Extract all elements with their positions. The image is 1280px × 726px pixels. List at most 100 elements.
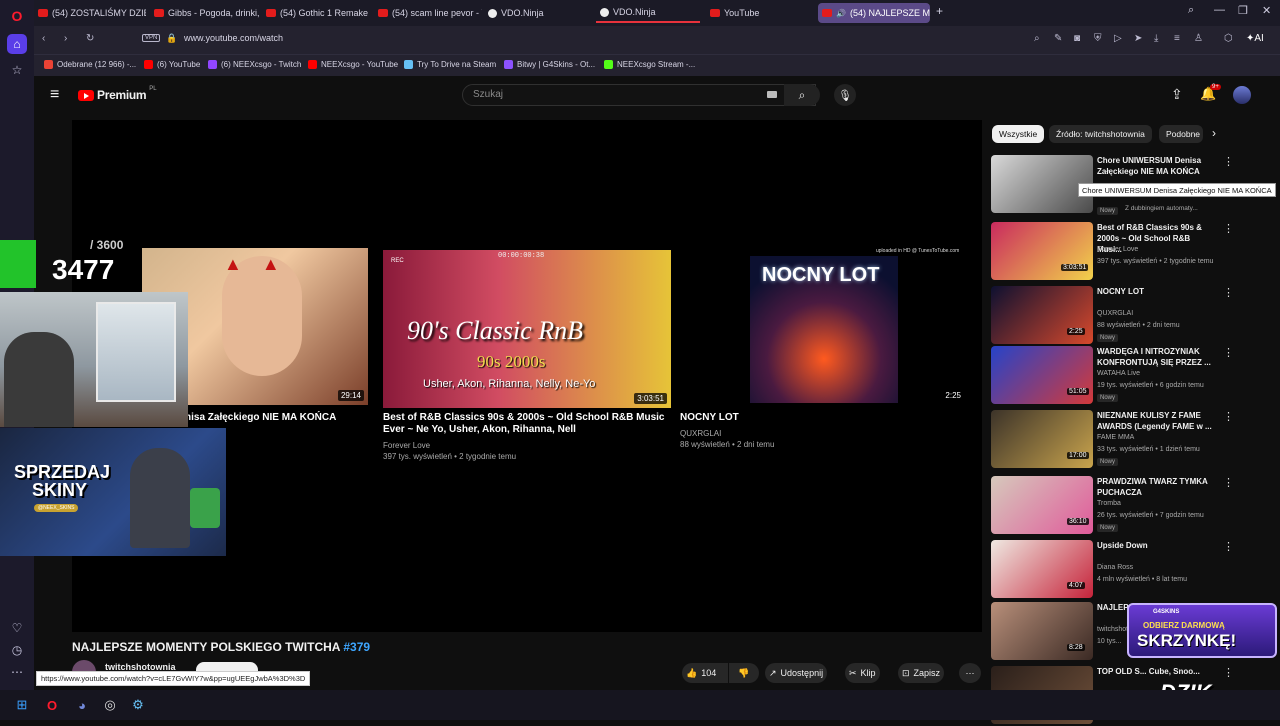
youtube-logo[interactable]: Premium PL	[78, 86, 157, 102]
recommendation-channel[interactable]: Diana Ross	[1097, 564, 1133, 571]
recommendation-thumbnail[interactable]	[991, 540, 1093, 598]
recommendation-item[interactable]: Best of R&B Classics 90s & 2000s ~ Old S…	[991, 222, 1241, 282]
star-icon[interactable]: ☆	[7, 60, 27, 80]
recommendation-channel[interactable]: Forever Love	[1097, 246, 1138, 253]
endcard-title[interactable]: nisa Załęckiego NIE MA KOŃCA	[185, 412, 336, 424]
minimize-icon[interactable]: —	[1214, 4, 1225, 16]
more-options-icon[interactable]: ⋮	[1223, 222, 1234, 235]
endcard-channel[interactable]: QUXRGLAI	[680, 428, 721, 439]
recommendation-thumbnail[interactable]	[991, 410, 1093, 468]
chip-similar[interactable]: Podobne	[1159, 125, 1203, 143]
bookmark-gmail[interactable]: Odebrane (12 966) -...	[44, 60, 136, 69]
new-tab-button[interactable]: +	[936, 4, 943, 18]
home-icon[interactable]: ⌂	[7, 34, 27, 54]
tab-5[interactable]: VDO.Ninja	[484, 3, 584, 23]
bookmark-kick[interactable]: NEEXcsgo Stream -...	[604, 60, 695, 69]
obs-taskbar-icon[interactable]: ◎	[100, 695, 120, 715]
video-hashtag[interactable]: #379	[343, 640, 370, 654]
steam-taskbar-icon[interactable]: ⚙	[128, 695, 148, 715]
recommendation-title[interactable]: TOP OLD S... Cube, Snoo...	[1097, 666, 1217, 677]
more-actions-button[interactable]: ⋯	[959, 663, 981, 683]
tab-7[interactable]: YouTube	[706, 3, 806, 23]
recommendation-item[interactable]: NOCNY LOT QUXRGLAI 88 wyświetleń • 2 dni t…	[991, 286, 1241, 346]
shield-icon[interactable]: ⛨	[1094, 33, 1102, 44]
recommendation-channel[interactable]: QUXRGLAI	[1097, 310, 1133, 317]
bookmark-twitch[interactable]: (6) NEEXcsgo - Twitch	[208, 60, 301, 69]
recommendation-title[interactable]: WARDĘGA I NITROZYNIAK KONFRONTUJĄ SIĘ PR…	[1097, 346, 1217, 368]
opera-logo-icon[interactable]: O	[7, 6, 27, 26]
discord-taskbar-icon[interactable]: ◕	[72, 695, 92, 715]
reload-icon[interactable]: ↻	[86, 33, 94, 44]
opera-taskbar-icon[interactable]: O	[42, 695, 62, 715]
camera-icon[interactable]: ◙	[1074, 33, 1080, 44]
bookmark-youtube[interactable]: (6) YouTube	[144, 60, 200, 69]
recommendation-title[interactable]: NIEZNANE KULISY Z FAME AWARDS (Legendy F…	[1097, 410, 1217, 432]
tab-3[interactable]: (54) Gothic 1 Remake - M	[262, 3, 370, 23]
menu-icon[interactable]: ≡	[1174, 33, 1180, 44]
recommendation-channel[interactable]: WATAHA Live	[1097, 370, 1140, 377]
recommendation-item[interactable]: WARDĘGA I NITROZYNIAK KONFRONTUJĄ SIĘ PR…	[991, 346, 1241, 406]
chevron-right-icon[interactable]: ›	[1212, 126, 1216, 140]
forward-icon[interactable]: ›	[64, 33, 67, 44]
chip-all[interactable]: Wszystkie	[992, 125, 1045, 143]
avatar[interactable]	[1233, 86, 1251, 104]
more-options-icon[interactable]: ⋮	[1223, 476, 1234, 489]
upload-icon[interactable]: ⇪	[1171, 86, 1183, 103]
tab-1[interactable]: (54) ZOSTALIŚMY DZIENN	[34, 3, 146, 23]
chip-source[interactable]: Źródło: twitchshotownia	[1049, 125, 1152, 143]
endcard-channel[interactable]: Forever Love	[383, 440, 430, 451]
profile-icon[interactable]: ♙	[1194, 33, 1203, 44]
clip-button[interactable]: ✂ Klip	[845, 663, 880, 683]
history-icon[interactable]: ◷	[7, 640, 27, 660]
more-icon[interactable]: ⋯	[7, 662, 27, 682]
recommendation-channel[interactable]: Tromba	[1097, 500, 1121, 507]
extensions-icon[interactable]: ⬡	[1224, 33, 1233, 44]
tab-6[interactable]: VDO.Ninja	[596, 3, 700, 23]
hamburger-icon[interactable]: ≡	[50, 86, 59, 104]
recommendation-title[interactable]: Upside Down	[1097, 540, 1217, 551]
more-options-icon[interactable]: ⋮	[1223, 540, 1234, 553]
microphone-icon[interactable]: 🎙	[834, 84, 856, 106]
url-field[interactable]: www.youtube.com/watch	[184, 33, 283, 43]
back-icon[interactable]: ‹	[42, 33, 45, 44]
search-button[interactable]: ⌕	[784, 84, 820, 106]
restore-icon[interactable]: ❐	[1238, 4, 1248, 17]
save-button[interactable]: ⊡ Zapisz	[898, 663, 945, 683]
share-button[interactable]: ↗ Udostępnij	[765, 663, 828, 683]
play-icon[interactable]: ▷	[1114, 33, 1122, 44]
close-icon[interactable]: ✕	[1262, 4, 1271, 17]
vpn-badge[interactable]: VPN	[142, 34, 161, 42]
recommendation-title[interactable]: Chore UNIWERSUM Denisa Załęckiego NIE MA…	[1097, 155, 1217, 177]
more-options-icon[interactable]: ⋮	[1223, 346, 1234, 359]
more-options-icon[interactable]: ⋮	[1223, 666, 1234, 679]
recommendation-title[interactable]: PRAWDZIWA TWARZ TYMKA PUCHACZA	[1097, 476, 1217, 498]
recommendation-thumbnail[interactable]	[991, 286, 1093, 344]
endcard-title[interactable]: Best of R&B Classics 90s & 2000s ~ Old S…	[383, 412, 673, 436]
recommendation-thumbnail[interactable]	[991, 346, 1093, 404]
recommendation-item[interactable]: Upside Down Diana Ross 4 mln wyświetleń • …	[991, 540, 1241, 600]
search-box[interactable]	[462, 84, 816, 106]
ad-overlay[interactable]: G4SKINS ODBIERZ DARMOWĄ SKRZYNKĘ!	[1127, 603, 1277, 658]
like-button[interactable]: 👍 104	[682, 663, 728, 683]
keyboard-icon[interactable]	[767, 91, 777, 98]
tab-4[interactable]: (54) scam line pevor - You	[374, 3, 482, 23]
recommendation-channel[interactable]: FAME MMA	[1097, 434, 1134, 441]
download-icon[interactable]: ⤓	[1154, 33, 1158, 44]
tab-8-active[interactable]: 🔊(54) NAJLEPSZE MOM	[818, 3, 930, 23]
more-options-icon[interactable]: ⋮	[1223, 410, 1234, 423]
more-options-icon[interactable]: ⋮	[1223, 286, 1234, 299]
endcard-title[interactable]: NOCNY LOT	[680, 412, 739, 424]
tab-2[interactable]: Gibbs - Pogoda, drinki, pi	[150, 3, 260, 23]
windows-start-icon[interactable]: ⊞	[12, 695, 32, 715]
search-input[interactable]	[473, 89, 753, 100]
heart-icon[interactable]: ♡	[7, 618, 27, 638]
recommendation-thumbnail[interactable]	[991, 602, 1093, 660]
recommendation-item[interactable]: NIEZNANE KULISY Z FAME AWARDS (Legendy F…	[991, 410, 1241, 470]
endcard-video-2[interactable]: REC 00:00:00:38 90's Classic RnB 90s 200…	[383, 250, 671, 408]
tab-search-icon[interactable]: ⌕	[1188, 4, 1194, 17]
endcard-video-3[interactable]: uploaded in HD @ TunesToTube.com NOCNY L…	[680, 248, 968, 408]
dislike-button[interactable]: 👎	[729, 663, 759, 683]
bookmark-g4skins[interactable]: Bitwy | G4Skins - Ot...	[504, 60, 595, 69]
search-page-icon[interactable]: ⌕	[1034, 33, 1040, 44]
edit-icon[interactable]: ✎	[1054, 33, 1062, 44]
